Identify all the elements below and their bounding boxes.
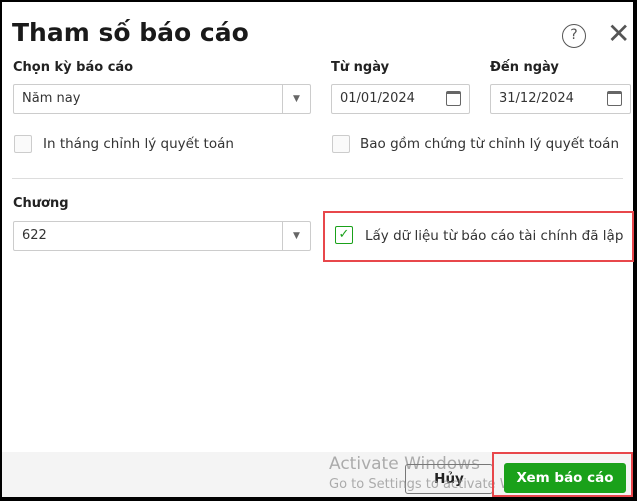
include-adjust-label: Bao gồm chứng từ chỉnh lý quyết toán xyxy=(360,136,619,152)
view-report-button[interactable]: Xem báo cáo xyxy=(504,463,626,493)
help-icon[interactable]: ? xyxy=(562,24,586,48)
chevron-down-icon[interactable]: ▼ xyxy=(282,222,310,250)
from-date-label: Từ ngày xyxy=(331,60,390,75)
from-date-value: 01/01/2024 xyxy=(340,91,415,106)
to-date-value: 31/12/2024 xyxy=(499,91,574,106)
period-select[interactable]: Năm nay ▼ xyxy=(13,84,311,114)
chevron-down-icon[interactable]: ▼ xyxy=(282,85,310,113)
report-params-dialog: Tham số báo cáo ? ✕ Chọn kỳ báo cáo Năm … xyxy=(2,2,634,497)
period-label: Chọn kỳ báo cáo xyxy=(13,60,134,75)
use-fs-checkbox[interactable]: ✓ xyxy=(335,226,353,244)
period-value: Năm nay xyxy=(22,91,81,106)
print-adjust-checkbox[interactable] xyxy=(14,135,32,153)
calendar-icon[interactable] xyxy=(607,91,622,106)
chapter-label: Chương xyxy=(13,196,69,211)
close-icon[interactable]: ✕ xyxy=(607,20,630,48)
include-adjust-checkbox[interactable] xyxy=(332,135,350,153)
chapter-select[interactable]: 622 ▼ xyxy=(13,221,311,251)
from-date-input[interactable]: 01/01/2024 xyxy=(331,84,470,114)
dialog-title: Tham số báo cáo xyxy=(12,18,249,47)
divider xyxy=(12,178,623,179)
to-date-label: Đến ngày xyxy=(490,60,559,75)
chapter-value: 622 xyxy=(22,228,47,243)
to-date-input[interactable]: 31/12/2024 xyxy=(490,84,631,114)
calendar-icon[interactable] xyxy=(446,91,461,106)
print-adjust-label: In tháng chỉnh lý quyết toán xyxy=(43,136,234,152)
use-fs-label: Lấy dữ liệu từ báo cáo tài chính đã lập xyxy=(365,228,624,244)
